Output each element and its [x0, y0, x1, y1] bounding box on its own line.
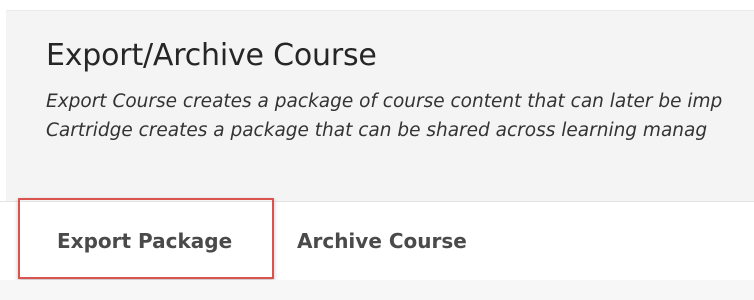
tab-bar: Export Package Archive Course	[0, 201, 754, 281]
page-description-line-1: Export Course creates a package of cours…	[46, 91, 723, 112]
page-description: Export Course creates a package of cours…	[46, 87, 722, 145]
tab-export-package[interactable]: Export Package	[57, 202, 232, 280]
export-archive-page: Export/Archive Course Export Course crea…	[0, 0, 754, 300]
page-description-line-2: Cartridge creates a package that can be …	[46, 120, 708, 141]
page-title: Export/Archive Course	[46, 38, 377, 73]
tab-archive-course[interactable]: Archive Course	[297, 202, 467, 280]
content-area-top	[0, 280, 754, 300]
